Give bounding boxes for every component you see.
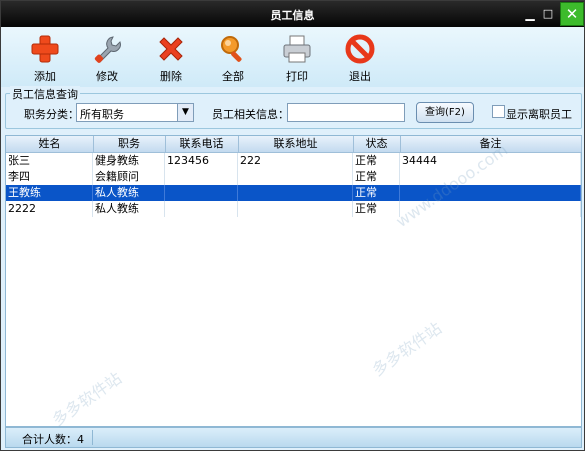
employee-info-window: 员工信息 ▁ □ ✕ 添加 修改 删除 全部 打印 退出 员工信息查询 职务分类… [0,0,585,451]
x-icon [159,37,183,61]
cell-phone: 123456 [165,153,238,169]
cell-status: 正常 [353,153,400,169]
info-label: 员工相关信息： [212,108,289,121]
employee-table[interactable]: 姓名 职务 联系电话 联系地址 状态 备注 张三 健身教练 123456 222… [5,135,582,430]
wrench-icon [94,36,121,63]
info-input[interactable] [287,103,405,122]
cell-name: 李四 [6,169,93,185]
edit-label: 修改 [96,70,118,83]
cell-name: 张三 [6,153,93,169]
status-divider [92,430,93,445]
edit-button[interactable]: 修改 [83,33,131,84]
category-select[interactable]: 所有职务 ▼ [76,103,194,122]
cell-position: 会籍顾问 [93,169,165,185]
cell-address [238,201,353,217]
cell-address [238,185,353,201]
cell-position: 健身教练 [93,153,165,169]
cell-name: 王教练 [6,185,93,201]
chevron-down-icon[interactable]: ▼ [177,104,193,121]
cell-name: 2222 [6,201,93,217]
maximize-icon[interactable]: □ [539,5,557,23]
table-row-selected[interactable]: 王教练 私人教练 正常 [6,185,581,201]
show-resigned-label: 显示离职员工 [506,108,572,121]
plus-icon [31,35,59,63]
cell-position: 私人教练 [93,185,165,201]
watermark: 多多软件站 [368,318,446,380]
cell-status: 正常 [353,169,400,185]
printer-icon [283,35,311,63]
magnifier-icon [221,36,242,62]
category-value: 所有职务 [80,108,124,121]
category-label: 职务分类： [24,108,79,121]
delete-label: 删除 [160,70,182,83]
cell-phone [165,169,238,185]
column-header-address[interactable]: 联系地址 [238,136,354,152]
column-header-status[interactable]: 状态 [353,136,401,152]
toolbar: 添加 修改 删除 全部 打印 退出 [1,27,584,87]
add-label: 添加 [34,70,56,83]
exit-button[interactable]: 退出 [336,33,384,84]
group-title: 员工信息查询 [10,86,80,102]
exit-label: 退出 [349,70,371,83]
print-label: 打印 [286,70,308,83]
all-label: 全部 [222,70,244,83]
status-bar: 合计人数：4 [5,427,582,448]
cell-address [238,169,353,185]
query-button[interactable]: 查询(F2) [416,102,474,123]
add-button[interactable]: 添加 [21,33,69,84]
minimize-icon[interactable]: ▁ [521,5,539,23]
table-row[interactable]: 李四 会籍顾问 正常 [6,169,581,185]
column-header-name[interactable]: 姓名 [6,136,94,152]
watermark: 多多软件站 [48,368,126,430]
column-header-position[interactable]: 职务 [93,136,166,152]
total-count: 合计人数：4 [22,433,84,446]
cell-address: 222 [238,153,353,169]
cell-position: 私人教练 [93,201,165,217]
table-row[interactable]: 2222 私人教练 正常 [6,201,581,217]
no-entry-icon [345,34,375,64]
window-title: 员工信息 [270,9,315,22]
delete-button[interactable]: 删除 [147,33,195,84]
cell-status: 正常 [353,185,400,201]
close-icon[interactable]: ✕ [560,2,584,26]
employee-query-group: 员工信息查询 职务分类： 所有职务 ▼ 员工相关信息： 查询(F2) 显示离职员… [5,86,582,129]
all-button[interactable]: 全部 [209,33,257,84]
column-header-phone[interactable]: 联系电话 [165,136,239,152]
cell-remark [400,169,581,185]
cell-phone [165,185,238,201]
print-button[interactable]: 打印 [273,33,321,84]
title-bar[interactable]: 员工信息 ▁ □ ✕ [1,1,584,27]
cell-phone [165,201,238,217]
show-resigned-checkbox[interactable] [492,105,505,118]
